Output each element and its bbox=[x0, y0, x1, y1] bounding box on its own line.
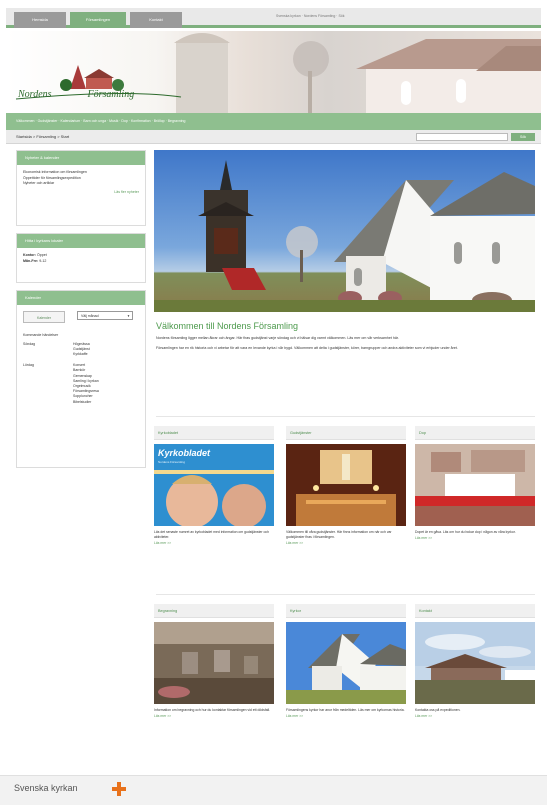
sidebar-news-more-link[interactable]: Läs fler nyheter bbox=[23, 190, 139, 196]
card-text: Välkommen till våra gudstjänster. Här fi… bbox=[286, 530, 392, 539]
calendar-date: Söndag bbox=[23, 341, 36, 346]
card-magazine[interactable]: Kyrkobladet Kyrkobladet Nordens Församli… bbox=[154, 426, 274, 545]
site-logo[interactable]: Nordens Församling bbox=[18, 89, 134, 100]
church-photo bbox=[154, 160, 535, 312]
top-tab-bar: Hemsida Församlingen Kontakt Svenska kyr… bbox=[6, 8, 541, 28]
sidebar-hours-title: Hitta i kyrkans lokaler bbox=[17, 234, 145, 248]
calendar-month-select[interactable]: Välj månad bbox=[77, 311, 133, 320]
sidebar-news-title: Nyheter & kalender bbox=[17, 151, 145, 165]
calendar-event[interactable]: Bibelstudier bbox=[73, 400, 139, 405]
card-more-link[interactable]: Läs mer >> bbox=[415, 714, 535, 718]
top-strip-text: Svenska kyrkan · Nordens Församling · Sö… bbox=[276, 14, 345, 18]
card-more-link[interactable]: Läs mer >> bbox=[286, 714, 406, 718]
card-image[interactable] bbox=[154, 622, 274, 704]
card-more-link[interactable]: Läs mer >> bbox=[286, 541, 406, 545]
card-title[interactable]: Kyrkor bbox=[286, 604, 406, 618]
calendar-date: Lördag bbox=[23, 363, 34, 368]
sidebar-calendar-title: Kalender bbox=[17, 291, 145, 305]
welcome-paragraph: Församlingen har en rik historia och vi … bbox=[156, 346, 458, 351]
breadcrumb-bar: Startsida > Församling > Start Sök bbox=[6, 130, 541, 144]
card-title[interactable]: Gudstjänster bbox=[286, 426, 406, 440]
cross-icon bbox=[112, 782, 126, 796]
calendar-tab[interactable]: Kalender bbox=[23, 311, 65, 323]
card-churches[interactable]: Kyrkor Församlingens kyrkor har anor frå… bbox=[286, 604, 406, 718]
page-footer: Svenska kyrkan bbox=[0, 775, 547, 805]
header-banner: Nordens Församling bbox=[6, 31, 541, 113]
card-contact[interactable]: Kontakt Kontakta oss på expeditionen. Lä… bbox=[415, 604, 535, 718]
top-tab-contact[interactable]: Kontakt bbox=[130, 12, 182, 28]
card-text: Församlingens kyrkor har anor från medel… bbox=[286, 708, 405, 712]
card-text: Läs det senaste numret av kyrkobladet me… bbox=[154, 530, 269, 539]
top-tab-home[interactable]: Hemsida bbox=[14, 12, 66, 28]
top-tab-parish[interactable]: Församlingen bbox=[70, 12, 126, 28]
page: Hemsida Församlingen Kontakt Svenska kyr… bbox=[6, 8, 541, 770]
card-image[interactable]: Kyrkobladet Nordens Församling bbox=[154, 444, 274, 526]
sidebar-hours-row: Mån-Fre: 9-12 bbox=[23, 258, 47, 263]
card-image[interactable] bbox=[286, 622, 406, 704]
calendar-event[interactable]: Kyrkkaffe bbox=[73, 352, 139, 357]
logo-word-2: Församling bbox=[87, 89, 135, 100]
hero-image bbox=[154, 150, 535, 312]
card-image[interactable] bbox=[286, 444, 406, 526]
sidebar-news-box: Nyheter & kalender Ekonomisk information… bbox=[16, 150, 146, 226]
card-funeral[interactable]: Begravning Information om begravning och… bbox=[154, 604, 274, 718]
sidebar-news-line[interactable]: Nyheter och artiklar bbox=[23, 181, 139, 187]
main-nav: Välkommen · Gudstjänster · Kalendarium ·… bbox=[6, 113, 541, 130]
card-text: Kontakta oss på expeditionen. bbox=[415, 708, 461, 712]
card-text: Information om begravning och hur du kon… bbox=[154, 708, 271, 712]
card-title[interactable]: Begravning bbox=[154, 604, 274, 618]
card-more-link[interactable]: Läs mer >> bbox=[415, 536, 535, 540]
search-button[interactable]: Sök bbox=[511, 133, 535, 141]
card-title[interactable]: Kontakt bbox=[415, 604, 535, 618]
card-text: Dopet är en gåva. Läs om hur du bokar do… bbox=[415, 530, 516, 534]
banner-photo bbox=[15, 33, 541, 113]
logo-word-1: Nordens bbox=[18, 89, 52, 100]
welcome-text: Nordens församling ligger mellan åkrar o… bbox=[156, 336, 531, 356]
card-title[interactable]: Dop bbox=[415, 426, 535, 440]
card-image[interactable] bbox=[415, 444, 535, 526]
svenska-kyrkan-logo[interactable]: Svenska kyrkan bbox=[14, 783, 78, 793]
welcome-paragraph: Nordens församling ligger mellan åkrar o… bbox=[156, 336, 399, 340]
page-title: Välkommen till Nordens Församling bbox=[156, 321, 299, 331]
card-baptism[interactable]: Dop Dopet är en gåva. Läs om hur du boka… bbox=[415, 426, 535, 540]
sidebar-calendar-box: Kalender Kalender Välj månad Kommande hä… bbox=[16, 290, 146, 468]
search-input[interactable] bbox=[416, 133, 508, 141]
card-title[interactable]: Kyrkobladet bbox=[154, 426, 274, 440]
section-divider bbox=[156, 594, 535, 595]
sidebar-hours-box: Hitta i kyrkans lokaler Kontor: Öppet Må… bbox=[16, 233, 146, 283]
card-image[interactable] bbox=[415, 622, 535, 704]
calendar-grid: Söndag Högmässa Gudstjänst Kyrkkaffe Lör… bbox=[17, 339, 145, 411]
card-more-link[interactable]: Läs mer >> bbox=[154, 541, 274, 545]
section-divider bbox=[156, 416, 535, 417]
card-services[interactable]: Gudstjänster Välkommen till våra gudstjä… bbox=[286, 426, 406, 545]
breadcrumb[interactable]: Startsida > Församling > Start bbox=[16, 134, 69, 139]
main-nav-links[interactable]: Välkommen · Gudstjänster · Kalendarium ·… bbox=[16, 119, 185, 123]
card-more-link[interactable]: Läs mer >> bbox=[154, 714, 274, 718]
